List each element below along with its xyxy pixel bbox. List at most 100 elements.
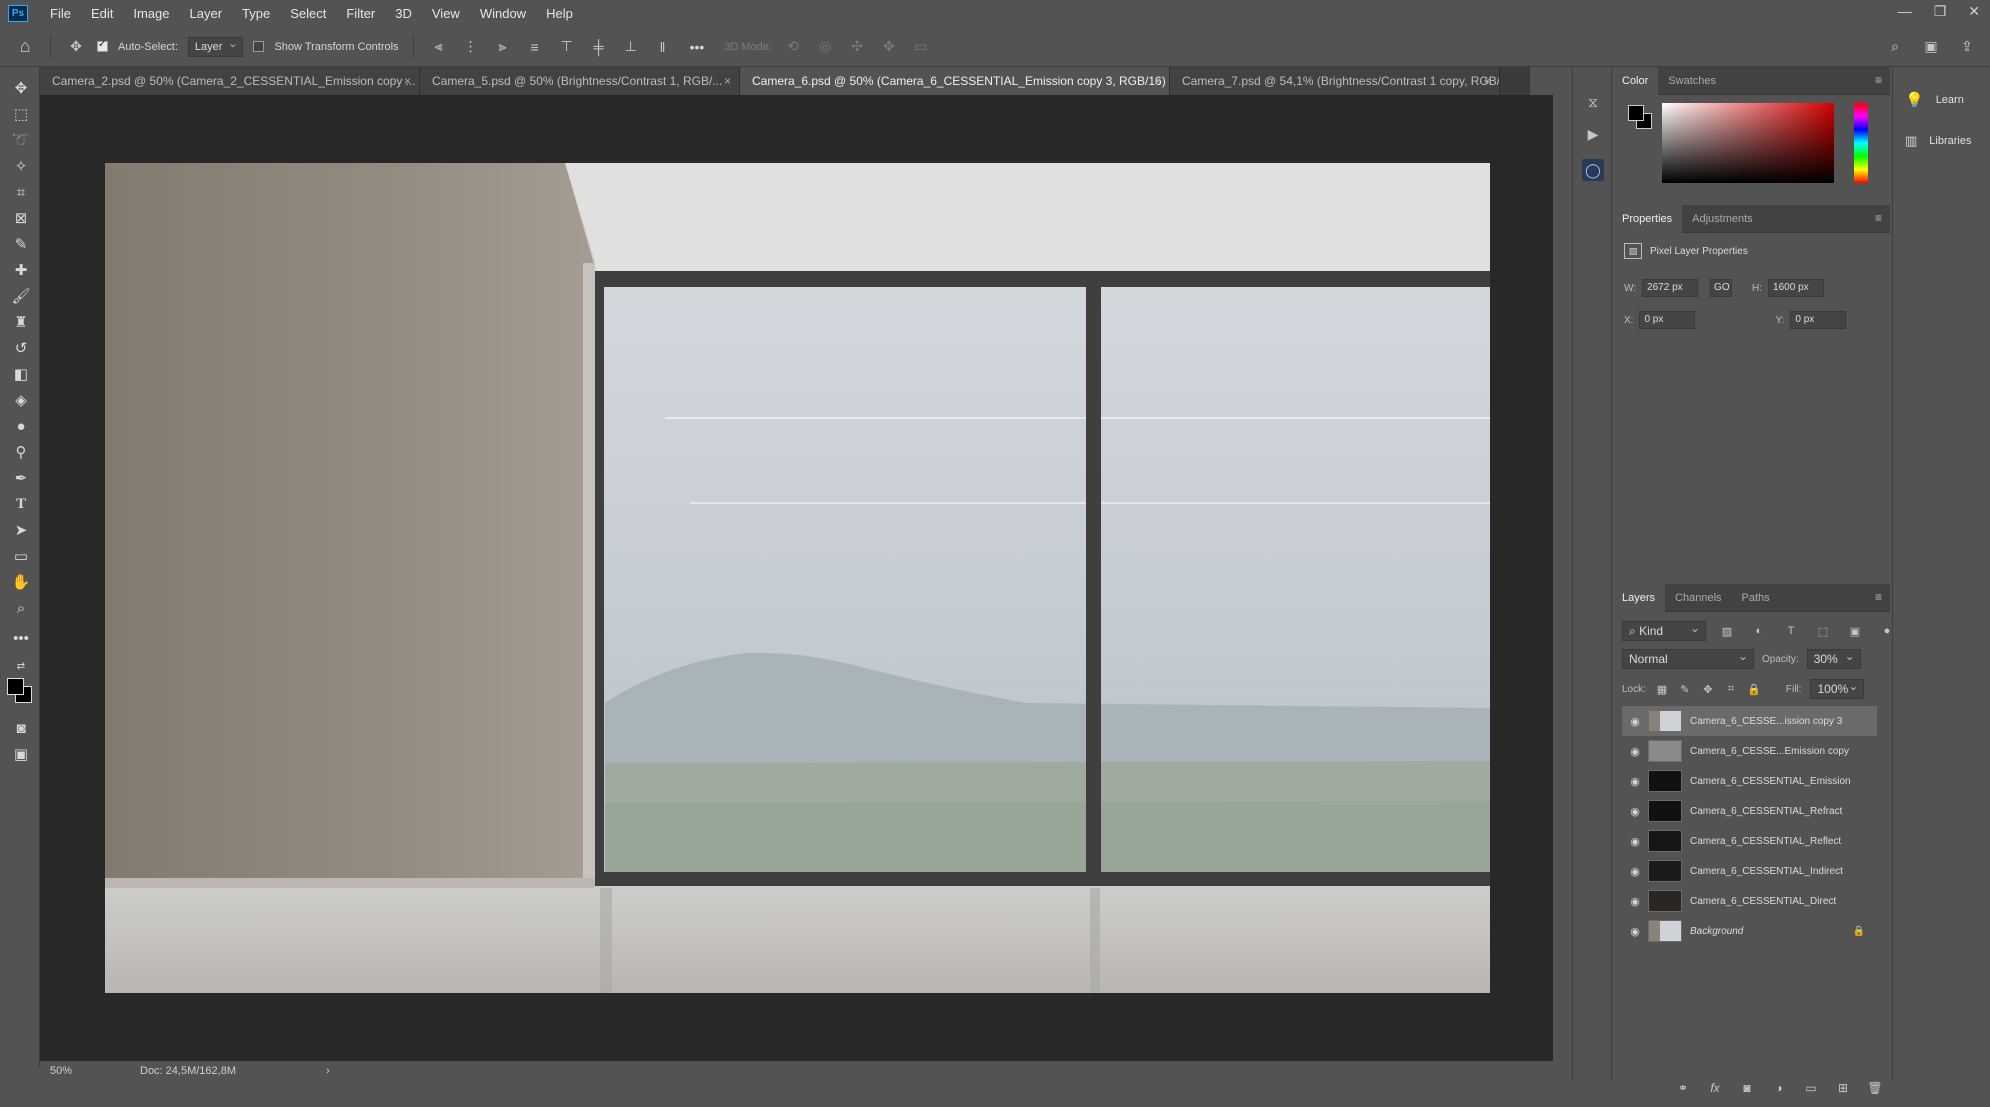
- align-top-icon[interactable]: ⊤: [556, 36, 578, 58]
- crop-tool-icon[interactable]: ⌗: [9, 181, 33, 203]
- zoom-level[interactable]: 50%: [50, 1065, 110, 1077]
- menu-help[interactable]: Help: [536, 0, 583, 27]
- align-right-icon[interactable]: ⫸: [492, 36, 514, 58]
- path-selection-tool-icon[interactable]: ➤: [9, 519, 33, 541]
- visibility-eye-icon[interactable]: ◉: [1622, 895, 1648, 908]
- width-field[interactable]: 2672 px: [1642, 279, 1699, 297]
- lasso-tool-icon[interactable]: ➰: [9, 129, 33, 151]
- menu-image[interactable]: Image: [123, 0, 179, 27]
- camera-3d-icon[interactable]: ▭: [910, 36, 932, 58]
- layer-row[interactable]: ◉ Camera_6_CESSENTIAL_Indirect: [1622, 856, 1877, 886]
- rectangle-tool-icon[interactable]: ▭: [9, 545, 33, 567]
- link-icon[interactable]: ⚭: [1672, 1077, 1694, 1099]
- search-icon[interactable]: ⌕: [1884, 36, 1906, 58]
- new-layer-icon[interactable]: ⊞: [1832, 1077, 1854, 1099]
- visibility-eye-icon[interactable]: ◉: [1622, 835, 1648, 848]
- tab-channels[interactable]: Channels: [1665, 584, 1731, 612]
- show-transform-checkbox[interactable]: [253, 41, 265, 52]
- more-tools-icon[interactable]: •••: [9, 627, 33, 649]
- menu-window[interactable]: Window: [470, 0, 536, 27]
- filter-adjustment-icon[interactable]: ◐: [1748, 620, 1770, 642]
- adjustment-icon[interactable]: ◑: [1768, 1077, 1790, 1099]
- tab-adjustments[interactable]: Adjustments: [1682, 205, 1763, 233]
- slide-3d-icon[interactable]: ✥: [878, 36, 900, 58]
- foreground-color-swatch[interactable]: [7, 678, 24, 695]
- home-icon[interactable]: ⌂: [14, 36, 36, 58]
- menu-layer[interactable]: Layer: [180, 0, 233, 27]
- eraser-tool-icon[interactable]: ◧: [9, 363, 33, 385]
- history-brush-tool-icon[interactable]: ↺: [9, 337, 33, 359]
- document-tab[interactable]: Camera_2.psd @ 50% (Camera_2_CESSENTIAL_…: [40, 67, 420, 95]
- learn-button[interactable]: 💡 Learn: [1905, 91, 1964, 109]
- fx-icon[interactable]: fx: [1704, 1077, 1726, 1099]
- tab-paths[interactable]: Paths: [1732, 584, 1780, 612]
- filter-kind-dropdown[interactable]: ⌕ Kind: [1622, 619, 1706, 641]
- visibility-eye-icon[interactable]: ◉: [1622, 865, 1648, 878]
- history-icon[interactable]: ⧖: [1582, 91, 1604, 113]
- quick-mask-icon[interactable]: ◙: [9, 717, 33, 739]
- actions-play-icon[interactable]: ▶: [1582, 123, 1604, 145]
- status-menu-arrow[interactable]: ›: [326, 1065, 330, 1077]
- visibility-eye-icon[interactable]: ◉: [1622, 715, 1648, 728]
- eyedropper-tool-icon[interactable]: ✎: [9, 233, 33, 255]
- document-tab[interactable]: Camera_7.psd @ 54,1% (Brightness/Contras…: [1170, 67, 1500, 95]
- lock-artboard-icon[interactable]: ⌗: [1724, 678, 1738, 700]
- link-dimensions-button[interactable]: GO: [1710, 279, 1733, 297]
- visibility-eye-icon[interactable]: ◉: [1622, 775, 1648, 788]
- panel-menu-icon[interactable]: ≡: [1875, 73, 1882, 87]
- trash-icon[interactable]: 🗑: [1864, 1077, 1886, 1099]
- swap-colors-icon[interactable]: ⇄: [9, 655, 33, 677]
- workspace-icon[interactable]: ▣: [1920, 36, 1942, 58]
- orbit-3d-icon[interactable]: ⟲: [782, 36, 804, 58]
- blur-tool-icon[interactable]: ●: [9, 415, 33, 437]
- tab-color[interactable]: Color: [1612, 66, 1659, 95]
- visibility-eye-icon[interactable]: ◉: [1622, 745, 1648, 758]
- x-field[interactable]: 0 px: [1639, 311, 1696, 329]
- menu-3d[interactable]: 3D: [385, 0, 422, 27]
- visibility-eye-icon[interactable]: ◉: [1622, 805, 1648, 818]
- filter-smart-object-icon[interactable]: ▣: [1844, 620, 1866, 642]
- healing-brush-tool-icon[interactable]: ✚: [9, 259, 33, 281]
- minimize-icon[interactable]: —: [1898, 3, 1912, 19]
- menu-edit[interactable]: Edit: [81, 0, 123, 27]
- align-middle-icon[interactable]: ╪: [588, 36, 610, 58]
- lock-image-icon[interactable]: ✎: [1678, 678, 1692, 700]
- menu-filter[interactable]: Filter: [336, 0, 385, 27]
- menu-type[interactable]: Type: [232, 0, 280, 27]
- layer-row[interactable]: ◉ Camera_6_CESSENTIAL_Reflect: [1622, 826, 1877, 856]
- canvas-area[interactable]: [40, 95, 1553, 1061]
- foreground-color-swatch[interactable]: [1628, 105, 1644, 121]
- share-icon[interactable]: ⇪: [1956, 36, 1978, 58]
- close-tab-icon[interactable]: ×: [1154, 67, 1161, 95]
- frame-tool-icon[interactable]: ⊠: [9, 207, 33, 229]
- type-tool-icon[interactable]: T: [9, 493, 33, 515]
- align-bottom-icon[interactable]: ⊥: [620, 36, 642, 58]
- pen-tool-icon[interactable]: ✒: [9, 467, 33, 489]
- auto-select-checkbox[interactable]: [97, 39, 108, 52]
- restore-icon[interactable]: ❐: [1934, 3, 1947, 20]
- menu-select[interactable]: Select: [280, 0, 336, 27]
- distribute-icon[interactable]: ≡: [524, 36, 546, 58]
- lock-position-icon[interactable]: ✥: [1701, 678, 1715, 700]
- opacity-field[interactable]: 30%: [1806, 647, 1861, 669]
- marquee-tool-icon[interactable]: ⬚: [9, 103, 33, 125]
- tab-layers[interactable]: Layers: [1612, 583, 1666, 612]
- layer-row[interactable]: ◉ Camera_6_CESSENTIAL_Direct: [1622, 886, 1877, 916]
- document-tab[interactable]: Camera_6.psd @ 50% (Camera_6_CESSENTIAL_…: [740, 67, 1170, 95]
- adjustment-circle-icon[interactable]: ◯: [1582, 159, 1604, 181]
- pan-3d-icon[interactable]: ✣: [846, 36, 868, 58]
- document-tab[interactable]: Camera_5.psd @ 50% (Brightness/Contrast …: [420, 67, 740, 95]
- menu-view[interactable]: View: [422, 0, 470, 27]
- close-tab-icon[interactable]: ×: [1484, 67, 1491, 95]
- y-field[interactable]: 0 px: [1790, 311, 1847, 329]
- layer-row[interactable]: ◉ Camera_6_CESSENTIAL_Refract: [1622, 796, 1877, 826]
- close-icon[interactable]: ✕: [1968, 3, 1980, 20]
- filter-shape-icon[interactable]: ⬚: [1812, 620, 1834, 642]
- close-tab-icon[interactable]: ×: [404, 67, 411, 95]
- menu-file[interactable]: File: [40, 0, 81, 27]
- layer-row[interactable]: ◉ Camera_6_CESSE...ission copy 3: [1622, 706, 1877, 736]
- lock-all-icon[interactable]: 🔒: [1747, 678, 1761, 700]
- folder-icon[interactable]: ▭: [1800, 1077, 1822, 1099]
- distribute-vertical-icon[interactable]: ‖: [652, 36, 674, 58]
- move-tool-icon[interactable]: ✥: [65, 36, 87, 58]
